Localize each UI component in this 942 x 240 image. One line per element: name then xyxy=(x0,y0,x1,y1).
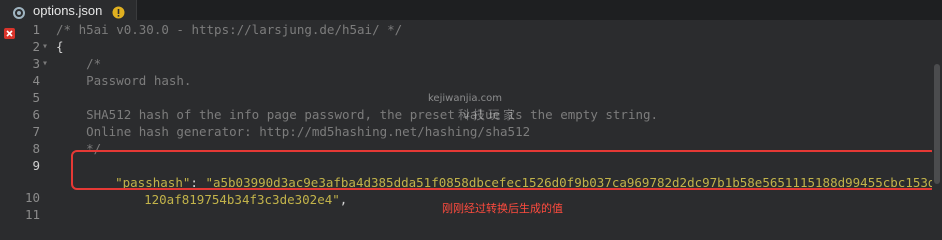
line-gutter: 1 2 ▾ 3 ▾ 4 5 6 7 8 9 10 11 xyxy=(0,20,48,222)
json-value-continued: 120af819754b34f3c3de302e4" xyxy=(144,192,340,207)
code-line-7: Online hash generator: http://md5hashing… xyxy=(56,124,531,139)
tab-bar: options.json xyxy=(0,0,942,20)
tab-options-json[interactable]: options.json xyxy=(0,0,137,20)
code-line-3: /* xyxy=(56,56,102,71)
watermark-text: 科技玩家 xyxy=(458,108,519,122)
line-number: 7 xyxy=(32,124,40,139)
line-number: 4 xyxy=(32,73,40,88)
vertical-scrollbar[interactable] xyxy=(932,20,942,216)
warning-circle-icon[interactable] xyxy=(112,4,125,18)
reload-circle-icon xyxy=(13,4,25,19)
line-number: 10 xyxy=(24,190,40,205)
watermark-url: kejiwanjia.com xyxy=(428,93,503,104)
line-number: 11 xyxy=(24,207,40,222)
annotation-label: 刚刚经过转换后生成的值 xyxy=(442,202,563,215)
line-number: 1 xyxy=(32,22,40,37)
line-number: 9 xyxy=(32,158,40,173)
code-line-6: SHA512 hash of the info page password, t… xyxy=(56,107,659,122)
code-line-4: Password hash. xyxy=(56,73,192,88)
line-number: 5 xyxy=(32,90,40,105)
line-number: 6 xyxy=(32,107,40,122)
line-number: 3 xyxy=(32,56,40,71)
code-line-1: /* h5ai v0.30.0 - https://larsjung.de/h5… xyxy=(56,22,403,37)
tab-title: options.json xyxy=(33,2,103,18)
json-comma: , xyxy=(339,192,348,207)
scrollbar-thumb[interactable] xyxy=(934,64,940,184)
highlight-box xyxy=(71,150,937,190)
line-number: 8 xyxy=(32,141,40,156)
line-number: 2 xyxy=(32,39,40,54)
code-line-2: { xyxy=(56,39,64,54)
